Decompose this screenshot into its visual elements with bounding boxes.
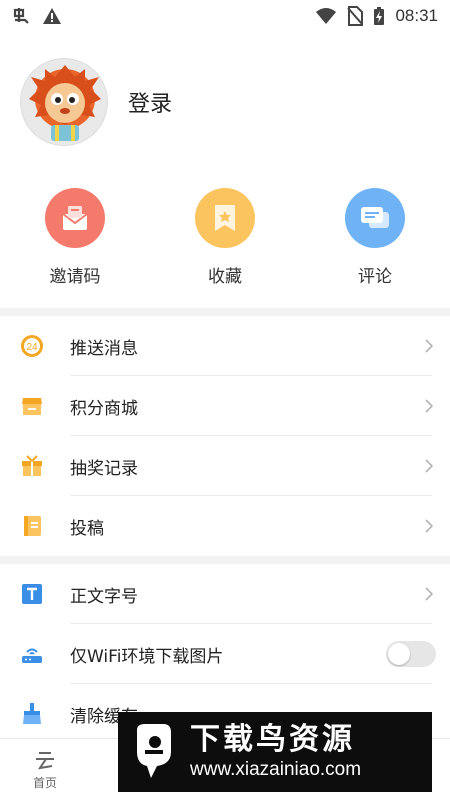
watermark-overlay: 下载鸟资源 www.xiazainiao.com: [118, 712, 432, 792]
status-bar: 08:31: [0, 0, 450, 32]
bookmark-icon: [215, 205, 235, 231]
tab-home[interactable]: 首页: [0, 739, 90, 800]
section-divider: [0, 308, 450, 316]
quick-invite-code[interactable]: 邀请码: [15, 188, 135, 308]
notebook-icon: [20, 514, 44, 538]
watermark-text: 下载鸟资源 www.xiazainiao.com: [190, 722, 361, 782]
tab-label: 首页: [32, 776, 57, 790]
menu-label: 仅WiFi环境下载图片: [70, 646, 224, 667]
chevron-right-icon: [425, 339, 434, 353]
profile-header[interactable]: 登录: [0, 32, 450, 172]
chat-bubble-icon: [361, 207, 389, 228]
clock-24-icon: 24: [20, 334, 44, 358]
quick-comments[interactable]: 评论: [315, 188, 435, 308]
status-left: [12, 6, 62, 26]
quick-favorites[interactable]: 收藏: [165, 188, 285, 308]
section-divider: [0, 556, 450, 564]
gift-icon: [20, 454, 44, 478]
menu-group-primary: 24 推送消息 积分商城 抽奖记录 投稿: [0, 316, 450, 556]
login-link[interactable]: 登录: [128, 86, 172, 118]
chevron-right-icon: [425, 399, 434, 413]
watermark-title: 下载鸟资源: [190, 722, 355, 757]
quick-favorites-circle: [195, 188, 255, 248]
wifi-only-toggle[interactable]: [386, 641, 436, 667]
toggle-knob: [388, 643, 410, 665]
router-icon: [20, 642, 44, 666]
status-time: 08:31: [395, 6, 438, 25]
chevron-right-icon: [425, 519, 434, 533]
menu-label: 投稿: [70, 518, 104, 539]
menu-item-submit[interactable]: 投稿: [0, 496, 450, 556]
quick-comments-label: 评论: [358, 267, 392, 287]
menu-item-lottery-records[interactable]: 抽奖记录: [0, 436, 450, 496]
menu-item-points-mall[interactable]: 积分商城: [0, 376, 450, 436]
quick-invite-label: 邀请码: [49, 267, 101, 287]
menu-label: 积分商城: [70, 398, 138, 419]
quick-comments-circle: [345, 188, 405, 248]
menu-item-wifi-only-images: 仅WiFi环境下载图片: [0, 624, 450, 684]
status-right: 08:31: [315, 6, 438, 26]
quick-favorites-label: 收藏: [208, 267, 242, 287]
broom-icon: [20, 702, 44, 726]
quick-actions: 邀请码 收藏 评论: [0, 172, 450, 308]
cloud-logo-icon: [36, 752, 54, 770]
lion-mascot-avatar-icon: [29, 65, 101, 141]
no-sim-icon: [347, 6, 364, 26]
menu-label: 推送消息: [70, 338, 138, 359]
battery-charging-icon: [374, 7, 385, 25]
menu-label: 抽奖记录: [70, 458, 138, 479]
chevron-right-icon: [425, 587, 434, 601]
chevron-right-icon: [425, 459, 434, 473]
store-icon: [20, 394, 44, 418]
wifi-icon: [316, 8, 337, 24]
menu-item-font-size[interactable]: 正文字号: [0, 564, 450, 624]
svg-text:24: 24: [26, 342, 38, 353]
bug-notification-icon: [13, 8, 29, 24]
envelope-icon: [62, 206, 88, 230]
warning-icon: [43, 8, 61, 24]
watermark-url: www.xiazainiao.com: [190, 759, 362, 780]
menu-item-push-messages[interactable]: 24 推送消息: [0, 316, 450, 376]
avatar[interactable]: [20, 58, 108, 146]
watermark-bird-logo-icon: [128, 721, 178, 783]
quick-invite-circle: [45, 188, 105, 248]
menu-label: 正文字号: [70, 586, 138, 607]
font-size-icon: [20, 582, 44, 606]
